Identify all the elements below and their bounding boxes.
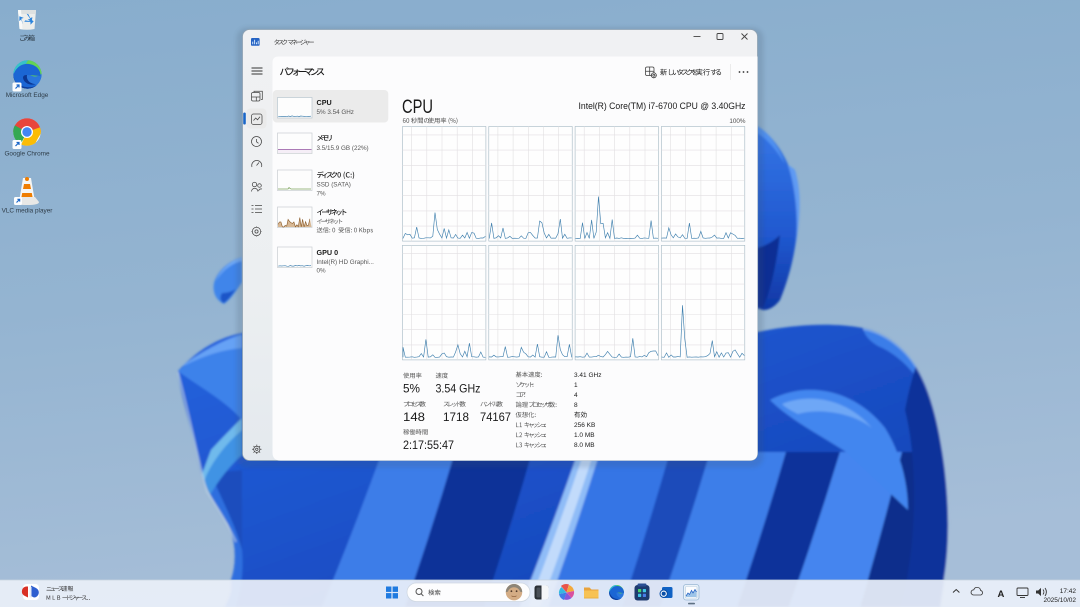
svg-text:17:42: 17:42 bbox=[1060, 588, 1077, 595]
svg-text:GPU 0: GPU 0 bbox=[317, 248, 339, 257]
svg-text:CPU: CPU bbox=[317, 98, 332, 107]
svg-text:Intel(R) Core(TM) i7-6700 CPU: Intel(R) Core(TM) i7-6700 CPU @ 3.40GHz bbox=[579, 101, 746, 111]
svg-text:3.41 GHz: 3.41 GHz bbox=[574, 372, 601, 379]
svg-text:A: A bbox=[998, 589, 1005, 600]
svg-text:100%: 100% bbox=[729, 118, 746, 125]
svg-text:3.54 GHz: 3.54 GHz bbox=[436, 382, 481, 396]
svg-text:Intel(R) HD Graphi...: Intel(R) HD Graphi... bbox=[317, 259, 375, 266]
svg-text:5%: 5% bbox=[403, 382, 420, 396]
svg-text:2025/10/02: 2025/10/02 bbox=[1043, 597, 1076, 604]
svg-text:SSD (SATA): SSD (SATA) bbox=[317, 182, 351, 189]
svg-text:VLC media player: VLC media player bbox=[2, 208, 54, 215]
svg-text:256 KB: 256 KB bbox=[574, 422, 595, 429]
svg-text:1.0 MB: 1.0 MB bbox=[574, 432, 595, 439]
svg-text:Microsoft Edge: Microsoft Edge bbox=[6, 92, 49, 99]
svg-text:CPU: CPU bbox=[402, 97, 433, 118]
svg-text:0%: 0% bbox=[317, 267, 327, 274]
svg-text:148: 148 bbox=[403, 410, 425, 424]
svg-text:3.5/15.9 GB (22%): 3.5/15.9 GB (22%) bbox=[317, 145, 369, 152]
svg-text:1718: 1718 bbox=[443, 410, 469, 424]
svg-text:4: 4 bbox=[574, 392, 578, 399]
svg-text:Google Chrome: Google Chrome bbox=[4, 151, 50, 158]
svg-text:5% 3.54 GHz: 5% 3.54 GHz bbox=[317, 109, 354, 116]
svg-text:1: 1 bbox=[574, 382, 578, 389]
svg-text:7%: 7% bbox=[317, 190, 327, 197]
svg-text:8.0 MB: 8.0 MB bbox=[574, 442, 595, 449]
svg-text:8: 8 bbox=[574, 402, 578, 409]
svg-text:74167: 74167 bbox=[480, 410, 511, 424]
svg-text:2:17:55:47: 2:17:55:47 bbox=[403, 438, 454, 452]
